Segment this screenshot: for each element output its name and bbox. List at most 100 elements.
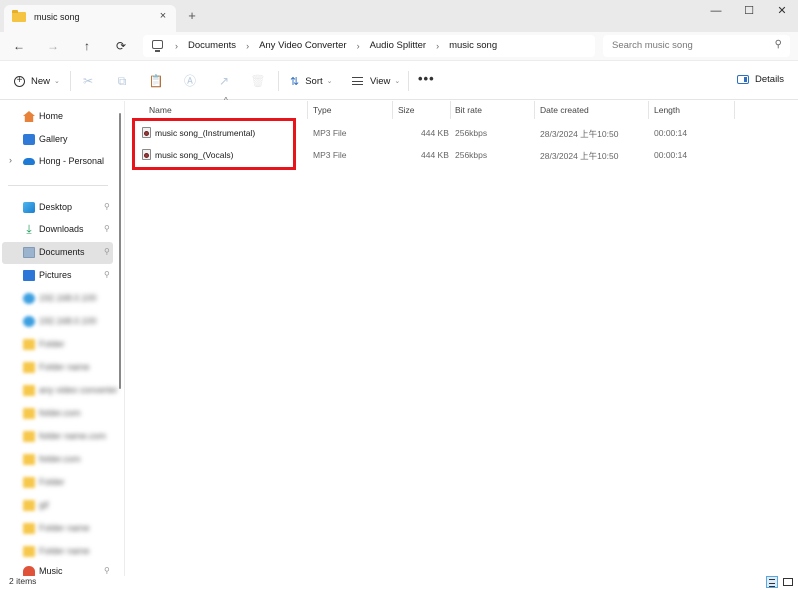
folder-icon (23, 523, 35, 534)
column-divider[interactable] (734, 101, 735, 119)
file-type: MP3 File (313, 128, 347, 138)
sidebar-item-folder[interactable]: Folder name (2, 357, 113, 379)
folder-icon (23, 339, 35, 350)
sidebar-item-label: Gallery (39, 134, 68, 144)
sidebar-item-label: Folder (39, 339, 65, 349)
sidebar-item-folder[interactable]: any video converter (2, 380, 118, 402)
breadcrumb-music-song[interactable]: music song (449, 40, 497, 51)
column-divider[interactable] (534, 101, 535, 119)
sidebar-item-downloads[interactable]: ⤓ Downloads ⚲ (2, 219, 113, 241)
column-size[interactable]: Size (398, 105, 415, 115)
breadcrumb-any-video-converter[interactable]: Any Video Converter (259, 40, 347, 51)
chevron-right-icon[interactable]: › (9, 155, 12, 165)
new-label: New (31, 75, 51, 87)
cut-icon[interactable]: ✂ (80, 73, 96, 89)
paste-icon[interactable]: 📋 (148, 73, 164, 89)
sidebar-item-desktop[interactable]: Desktop ⚲ (2, 197, 113, 219)
sidebar-item-gallery[interactable]: Gallery (2, 129, 113, 151)
search-input[interactable]: Search music song ⚲ (603, 35, 790, 57)
sidebar-item-network[interactable]: 192.168.0.100 (2, 288, 113, 310)
command-bar: + New ⌄ ✂ ⧉ 📋 Ⓐ ↗ 🗑 ⇅ Sort ⌄ View ⌄ ••• … (0, 60, 798, 100)
column-divider[interactable] (307, 101, 308, 119)
sidebar-item-label: any video converter (39, 385, 118, 395)
new-button[interactable]: + New ⌄ (14, 73, 60, 89)
column-date-created[interactable]: Date created (540, 105, 589, 115)
column-bitrate[interactable]: Bit rate (455, 105, 482, 115)
sidebar-item-onedrive[interactable]: › Hong - Personal (2, 151, 113, 173)
view-button[interactable]: View ⌄ (352, 73, 400, 89)
folder-icon (23, 362, 35, 373)
pin-icon[interactable]: ⚲ (104, 202, 110, 211)
toolbar-divider (70, 71, 71, 91)
sidebar-item-folder[interactable]: folder.com (2, 403, 113, 425)
copy-icon[interactable]: ⧉ (114, 73, 130, 89)
large-icons-view-button[interactable] (782, 576, 794, 588)
sidebar-item-folder[interactable]: Folder name (2, 518, 113, 540)
folder-icon (23, 408, 35, 419)
minimize-button[interactable]: — (701, 2, 731, 20)
sidebar-item-label: 192.168.0.100 (39, 293, 97, 303)
sidebar-item-label: folder.com (39, 408, 81, 418)
sidebar-item-label: folder name.com (39, 431, 107, 441)
cloud-icon (23, 158, 35, 165)
delete-icon[interactable]: 🗑 (250, 73, 266, 89)
column-type[interactable]: Type (313, 105, 331, 115)
more-options-button[interactable]: ••• (418, 71, 435, 86)
breadcrumb-documents[interactable]: Documents (188, 40, 236, 51)
rename-icon[interactable]: Ⓐ (182, 73, 198, 89)
sidebar-item-network[interactable]: 192.168.0.100 (2, 311, 113, 333)
sidebar-scrollbar[interactable] (119, 113, 121, 389)
sidebar-item-folder[interactable]: gif (2, 495, 113, 517)
pin-icon[interactable]: ⚲ (104, 247, 110, 256)
breadcrumb-separator[interactable]: › (436, 41, 439, 51)
sidebar-item-folder[interactable]: Folder (2, 334, 113, 356)
pin-icon[interactable]: ⚲ (104, 270, 110, 279)
navigation-pane: Home Gallery › Hong - Personal Desktop ⚲… (0, 101, 125, 576)
file-length: 00:00:14 (654, 150, 688, 160)
forward-button[interactable]: → (45, 38, 61, 54)
back-button[interactable]: ← (11, 38, 27, 54)
address-bar[interactable]: › Documents › Any Video Converter › Audi… (143, 35, 595, 57)
refresh-button[interactable]: ⟳ (113, 38, 129, 54)
details-view-button[interactable] (766, 576, 778, 588)
details-button[interactable]: Details (737, 74, 784, 85)
network-drive-icon (23, 293, 35, 304)
sidebar-item-folder[interactable]: Folder (2, 472, 113, 494)
file-size: 444 KB (421, 150, 449, 160)
pin-icon[interactable]: ⚲ (104, 566, 110, 575)
sidebar-item-documents[interactable]: Documents ⚲ (2, 242, 113, 264)
search-icon: ⚲ (774, 39, 782, 50)
column-length[interactable]: Length (654, 105, 680, 115)
status-bar: 2 items (0, 576, 798, 590)
sidebar-item-music[interactable]: Music ⚲ (2, 561, 113, 576)
file-size: 444 KB (421, 128, 449, 138)
folder-icon (23, 500, 35, 511)
sort-button[interactable]: ⇅ Sort ⌄ (290, 73, 333, 89)
up-button[interactable]: ↑ (79, 38, 95, 54)
column-divider[interactable] (648, 101, 649, 119)
sidebar-item-label: Downloads (39, 224, 84, 234)
column-divider[interactable] (450, 101, 451, 119)
view-icon (352, 77, 363, 85)
folder-icon (23, 477, 35, 488)
view-label: View (370, 75, 391, 87)
sidebar-item-home[interactable]: Home (2, 106, 113, 128)
close-tab-icon[interactable]: × (156, 9, 170, 23)
close-window-button[interactable]: ✕ (767, 2, 797, 20)
tab-music-song[interactable]: music song × (4, 5, 176, 32)
new-tab-button[interactable]: + (185, 9, 199, 23)
share-icon[interactable]: ↗ (216, 73, 232, 89)
maximize-button[interactable]: ☐ (734, 2, 764, 20)
sidebar-item-pictures[interactable]: Pictures ⚲ (2, 265, 113, 287)
breadcrumb-separator[interactable]: › (246, 41, 249, 51)
breadcrumb-separator[interactable]: › (175, 41, 178, 51)
sidebar-item-folder[interactable]: Folder name (2, 541, 113, 563)
pin-icon[interactable]: ⚲ (104, 224, 110, 233)
breadcrumb-separator[interactable]: › (357, 41, 360, 51)
sidebar-item-folder[interactable]: folder name.com (2, 426, 113, 448)
sidebar-item-folder[interactable]: folder.com (2, 449, 113, 471)
breadcrumb-audio-splitter[interactable]: Audio Splitter (370, 40, 427, 51)
file-date-created: 28/3/2024 上午10:50 (540, 151, 619, 161)
column-divider[interactable] (392, 101, 393, 119)
column-name[interactable]: Name (149, 105, 172, 115)
